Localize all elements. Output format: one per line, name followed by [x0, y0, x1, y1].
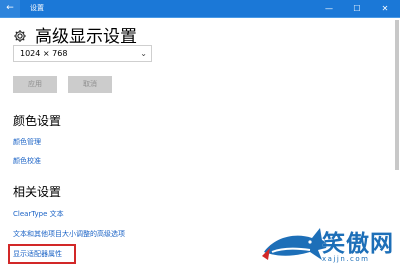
resolution-value: 1024 × 768 — [20, 49, 68, 58]
cancel-button[interactable]: 取消 — [68, 76, 112, 93]
back-arrow-icon: ← — [6, 3, 14, 13]
color-settings-heading: 颜色设置 — [13, 114, 62, 128]
related-settings-heading: 相关设置 — [13, 185, 62, 199]
watermark-url: xajjn.com — [322, 255, 370, 263]
title-bar: ← 设置 — ☐ ✕ — [0, 0, 400, 18]
gear-icon — [14, 30, 26, 42]
cleartype-link[interactable]: ClearType 文本 — [13, 209, 64, 219]
highlight-box — [8, 244, 76, 264]
minimize-button[interactable]: — — [315, 0, 343, 17]
window-title: 设置 — [30, 4, 44, 12]
scrollbar[interactable] — [395, 20, 399, 170]
chevron-down-icon: ⌄ — [140, 49, 147, 58]
apply-button[interactable]: 应用 — [13, 76, 57, 93]
close-button[interactable]: ✕ — [371, 0, 399, 17]
resolution-dropdown[interactable]: 1024 × 768 ⌄ — [13, 45, 152, 62]
back-button[interactable]: ← — [0, 0, 20, 17]
color-management-link[interactable]: 颜色管理 — [13, 137, 41, 147]
color-calibration-link[interactable]: 颜色校准 — [13, 156, 41, 166]
watermark-text: 笑傲网 — [322, 231, 394, 257]
advanced-sizing-link[interactable]: 文本和其他项目大小调整的高级选项 — [13, 229, 125, 239]
maximize-button[interactable]: ☐ — [343, 0, 371, 17]
